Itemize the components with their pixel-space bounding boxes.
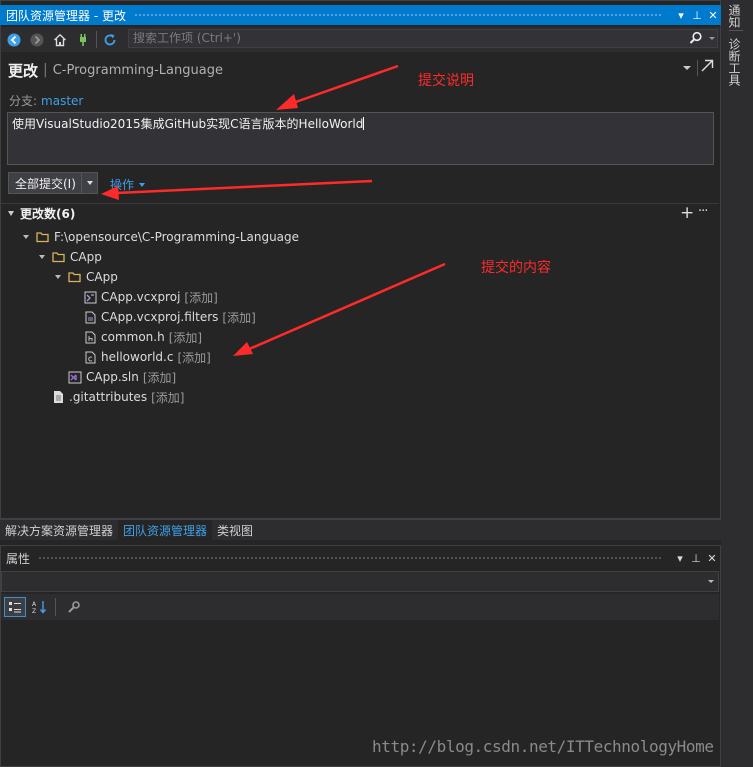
side-tab-strip: [721, 0, 753, 767]
tool-window-tabs: 解决方案资源管理器 团队资源管理器 类视图: [0, 519, 721, 540]
wrench-icon: [68, 601, 80, 613]
toolbar-separator: [55, 598, 56, 616]
pin-button[interactable]: ⊥: [688, 552, 704, 565]
property-pages-button[interactable]: [63, 597, 85, 617]
tab-solution-explorer[interactable]: 解决方案资源管理器: [0, 520, 118, 540]
categorized-icon: [9, 602, 21, 613]
properties-toolbar: AZ: [1, 594, 719, 620]
annotation-arrow: [233, 262, 446, 356]
tab-class-view[interactable]: 类视图: [212, 520, 258, 540]
side-tab-separator: [729, 30, 743, 31]
tab-diagnostic-tools[interactable]: 诊断工具: [726, 38, 743, 86]
annotation-arrow: [101, 179, 373, 200]
chevron-down-icon: [708, 580, 714, 583]
tab-notifications[interactable]: 通知: [726, 4, 743, 28]
close-button[interactable]: ✕: [704, 552, 720, 565]
categorized-button[interactable]: [4, 597, 26, 617]
annotation-arrow: [276, 64, 399, 110]
properties-title: 属性: [6, 551, 31, 566]
watermark-text: http://blog.csdn.net/ITTechnologyHome: [372, 737, 714, 756]
svg-text:Z: Z: [32, 608, 36, 614]
svg-text:A: A: [32, 601, 37, 608]
properties-title-bar[interactable]: 属性 ▾ ⊥ ✕: [1, 548, 720, 568]
alphabetical-sort-icon: AZ: [32, 601, 47, 614]
alphabetical-button[interactable]: AZ: [29, 597, 51, 617]
tab-team-explorer[interactable]: 团队资源管理器: [118, 520, 213, 540]
title-grip: [38, 555, 662, 561]
panel-menu-button[interactable]: ▾: [672, 552, 688, 565]
object-selector-dropdown[interactable]: [1, 571, 719, 592]
